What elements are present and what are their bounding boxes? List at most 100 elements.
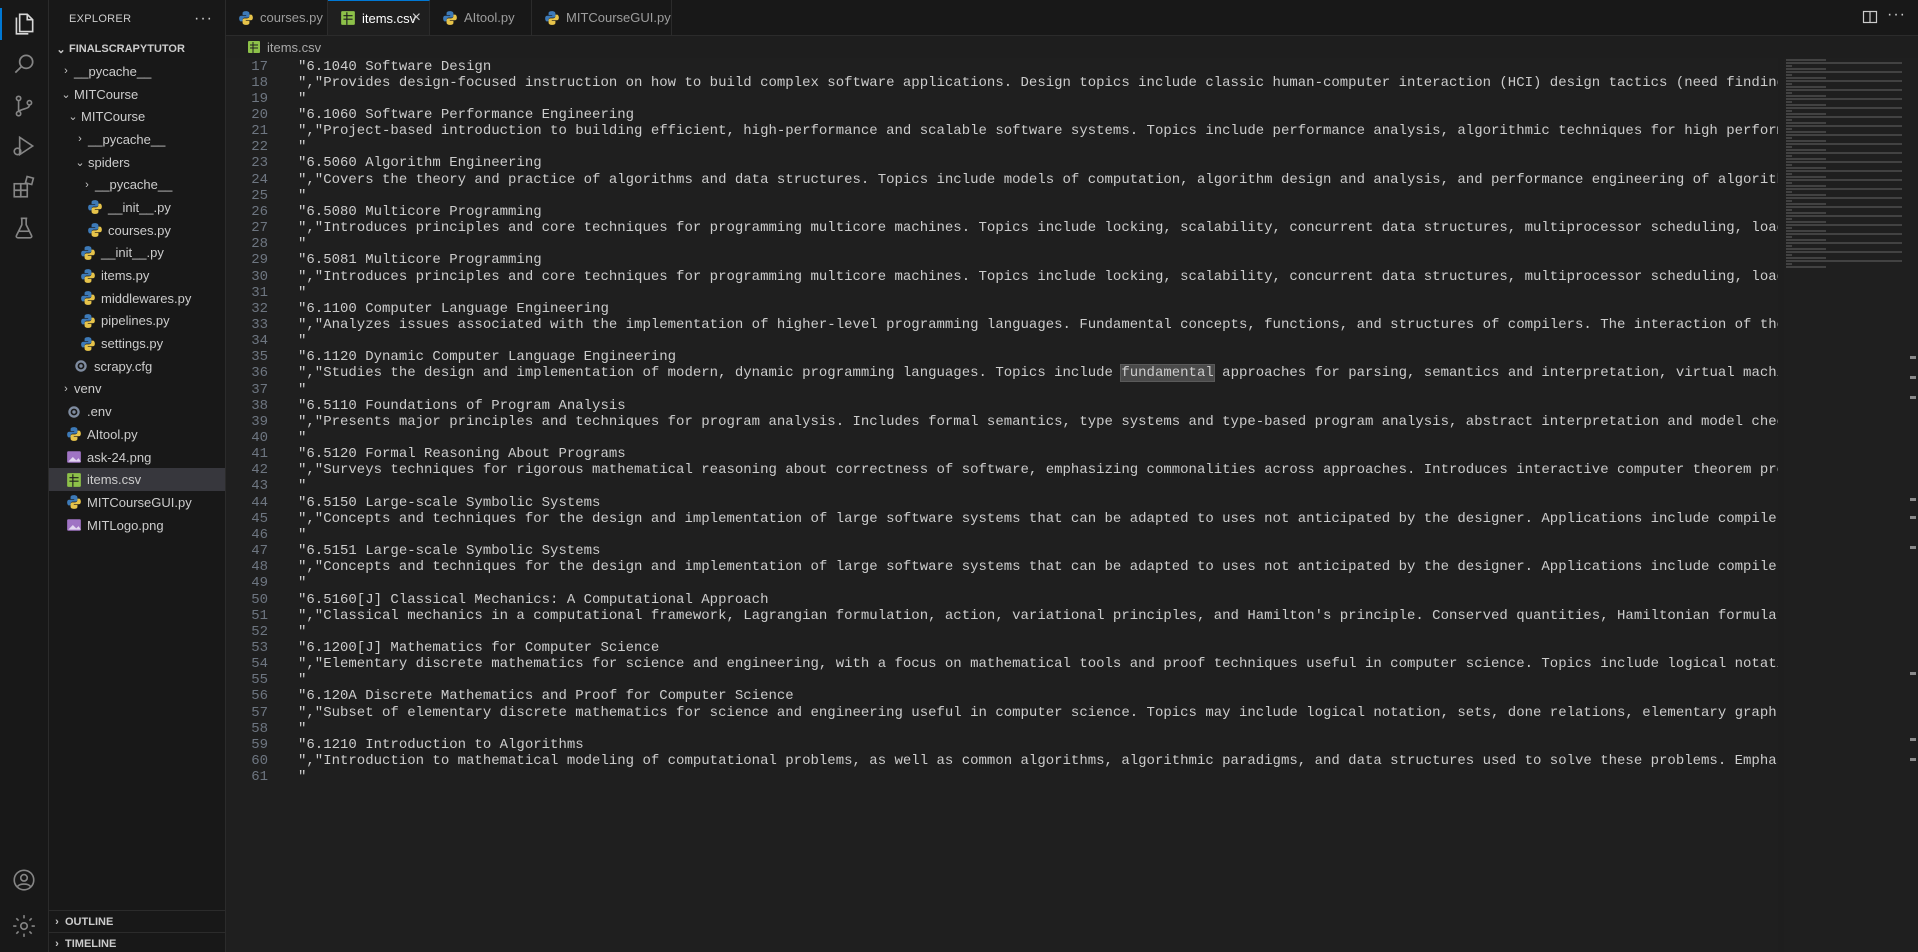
python-file-icon	[80, 313, 96, 329]
image-file-icon	[66, 449, 82, 465]
minimap-line	[1786, 170, 1902, 172]
tree-file[interactable]: items.py	[49, 264, 225, 287]
tree-item-label: __pycache__	[88, 131, 166, 147]
minimap-line	[1786, 242, 1902, 244]
breadcrumb-file[interactable]: items.csv	[267, 40, 321, 55]
chevron-right-icon: ›	[64, 382, 68, 395]
tree-item-label: middlewares.py	[101, 290, 192, 306]
breadcrumb[interactable]: items.csv	[226, 36, 321, 58]
tree-folder[interactable]: ⌄ spiders	[49, 151, 225, 174]
tree-file[interactable]: __init__.py	[49, 196, 225, 219]
tab-aitool-py[interactable]: AItool.py	[430, 0, 532, 35]
run-debug-icon[interactable]	[8, 130, 40, 162]
minimap-line	[1786, 182, 1792, 184]
tree-file[interactable]: pipelines.py	[49, 310, 225, 333]
minimap-line	[1786, 263, 1792, 265]
settings-file-icon	[73, 358, 89, 374]
explorer-header: EXPLORER ···	[49, 0, 225, 38]
close-icon[interactable]: ×	[412, 9, 421, 27]
python-file-icon	[80, 290, 96, 306]
search-icon[interactable]	[8, 48, 40, 80]
activity-bar	[0, 0, 49, 952]
tree-item-label: settings.py	[101, 336, 164, 352]
explorer-icon[interactable]	[0, 8, 40, 40]
tree-folder[interactable]: ⌄ MITCourse	[49, 83, 225, 106]
minimap-line	[1786, 104, 1826, 106]
python-file-icon	[66, 494, 82, 510]
chevron-down-icon: ⌄	[68, 111, 78, 124]
editor-tab-bar: courses.py items.csv × AItool.py MITCourseGU…	[226, 0, 1918, 36]
minimap-line	[1786, 176, 1826, 178]
minimap-line	[1786, 179, 1902, 181]
tree-file[interactable]: __init__.py	[49, 242, 225, 265]
tree-file[interactable]: .env	[49, 400, 225, 423]
testing-icon[interactable]	[8, 212, 40, 244]
python-file-icon	[442, 10, 458, 26]
minimap-line	[1786, 260, 1902, 262]
tree-file[interactable]: settings.py	[49, 332, 225, 355]
minimap-line	[1786, 110, 1792, 112]
minimap-line	[1786, 230, 1826, 232]
tree-folder[interactable]: ⌄ MITCourse	[49, 105, 225, 128]
minimap-line	[1786, 146, 1792, 148]
tree-folder[interactable]: › __pycache__	[49, 128, 225, 151]
tree-item-label: AItool.py	[87, 426, 138, 442]
tree-file[interactable]: scrapy.cfg	[49, 355, 225, 378]
workspace-root[interactable]: ⌄ FINALSCRAPYTUTOR	[49, 38, 225, 60]
tab-label: AItool.py	[464, 10, 515, 25]
tree-item-label: __init__.py	[108, 199, 171, 215]
code-editor[interactable]: 17 "6.1040 Software Design 18 ","Provides d…	[226, 58, 1778, 952]
scroll-marker	[1910, 516, 1916, 519]
tree-file[interactable]: middlewares.py	[49, 287, 225, 310]
tree-file[interactable]: MITCourseGUI.py	[49, 491, 225, 514]
tree-item-label: MITCourse	[81, 109, 146, 125]
tab-mitcoursegui-py[interactable]: MITCourseGUI.py	[532, 0, 672, 35]
chevron-down-icon: ⌄	[75, 156, 85, 169]
chevron-right-icon: ›	[55, 938, 59, 950]
editor-more-icon[interactable]: ···	[1887, 6, 1906, 24]
minimap-line	[1786, 203, 1826, 205]
tree-file[interactable]: items.csv	[49, 468, 225, 492]
vertical-scrollbar[interactable]	[1908, 58, 1918, 952]
minimap-line	[1786, 161, 1902, 163]
minimap-line	[1786, 164, 1792, 166]
minimap-line	[1786, 140, 1826, 142]
python-file-icon	[544, 10, 560, 26]
tree-folder[interactable]: › venv	[49, 378, 225, 401]
csv-file-icon	[246, 39, 262, 55]
extensions-icon[interactable]	[8, 171, 40, 203]
minimap-line	[1786, 173, 1792, 175]
tab-items-csv[interactable]: items.csv ×	[328, 0, 430, 35]
source-control-icon[interactable]	[8, 90, 40, 122]
tree-item-label: items.csv	[87, 472, 142, 488]
tree-item-label: __init__.py	[101, 245, 164, 261]
python-file-icon	[87, 222, 103, 238]
explorer-title: EXPLORER	[69, 13, 132, 25]
chevron-down-icon: ⌄	[61, 88, 71, 101]
scroll-marker	[1910, 498, 1916, 501]
outline-section[interactable]: › OUTLINE	[49, 910, 225, 933]
timeline-section[interactable]: › TIMELINE	[49, 932, 225, 952]
tree-file[interactable]: courses.py	[49, 219, 225, 242]
tree-file[interactable]: ask-24.png	[49, 446, 225, 469]
explorer-sidebar: EXPLORER ··· ⌄ FINALSCRAPYTUTOR › __pycac…	[49, 0, 226, 952]
account-icon[interactable]	[8, 864, 40, 896]
file-tree: › __pycache__ ⌄ MITCourse ⌄ MITCourse › __pycac…	[49, 60, 225, 536]
outline-label: OUTLINE	[65, 916, 114, 928]
minimap-line	[1786, 62, 1902, 64]
chevron-right-icon: ›	[78, 133, 82, 146]
split-editor-icon[interactable]	[1862, 9, 1878, 25]
minimap-line	[1786, 185, 1826, 187]
minimap-line	[1786, 194, 1826, 196]
minimap[interactable]	[1784, 58, 1910, 952]
explorer-more-icon[interactable]: ···	[194, 10, 213, 28]
settings-gear-icon[interactable]	[8, 910, 40, 942]
tree-folder[interactable]: › __pycache__	[49, 60, 225, 83]
tree-item-label: MITCourse	[74, 86, 139, 102]
tree-file[interactable]: MITLogo.png	[49, 514, 225, 537]
tree-folder[interactable]: › __pycache__	[49, 173, 225, 196]
tab-courses-py[interactable]: courses.py	[226, 0, 328, 35]
tree-item-label: MITLogo.png	[87, 517, 164, 533]
tree-file[interactable]: AItool.py	[49, 423, 225, 446]
minimap-line	[1786, 206, 1902, 208]
